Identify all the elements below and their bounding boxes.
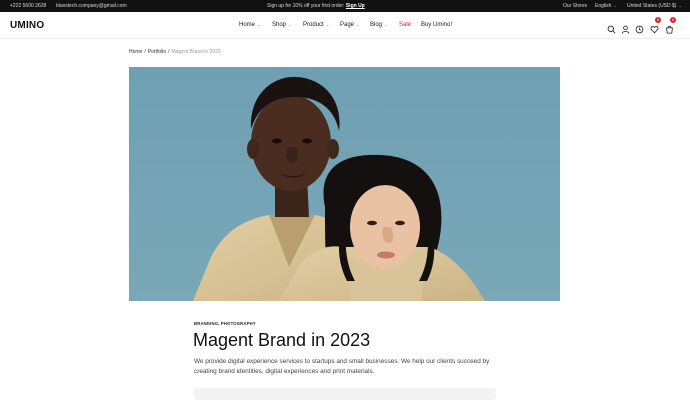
project-title: Magent Brand in 2023 — [193, 330, 371, 350]
nav-label: Blog — [370, 22, 383, 28]
breadcrumb-portfolio[interactable]: Portfolio — [148, 49, 166, 55]
sign-up-link[interactable]: Sign Up — [346, 3, 365, 9]
main-header: UMINO Home ⌄ Shop ⌄ Product ⌄ Page ⌄ Blog ⌄ S… — [0, 12, 690, 39]
language-selector[interactable]: English ⌄ — [595, 3, 617, 9]
our-stores-link[interactable]: Our Stores — [563, 3, 587, 9]
chevron-down-icon: ⌄ — [678, 3, 682, 8]
chevron-down-icon: ⌄ — [288, 22, 292, 27]
recently-viewed-icon[interactable] — [635, 21, 644, 34]
nav-item-blog[interactable]: Blog ⌄ — [370, 22, 387, 28]
wishlist-icon[interactable]: 0 — [650, 17, 661, 34]
nav-label: Shop — [272, 22, 287, 28]
portrait-photo — [129, 67, 560, 301]
nav-item-product[interactable]: Product ⌄ — [303, 22, 329, 28]
breadcrumb-separator: / — [168, 49, 170, 55]
nav-label: Product — [303, 22, 324, 28]
cart-count-badge: 0 — [670, 17, 676, 23]
chevron-down-icon: ⌄ — [325, 22, 330, 27]
portfolio-hero-image — [129, 67, 560, 301]
nav-item-page[interactable]: Page ⌄ — [340, 22, 359, 28]
project-info-panel — [194, 388, 496, 400]
nav-label: Page — [340, 22, 355, 28]
logo[interactable]: UMINO — [10, 20, 44, 31]
currency-label: United States (USD $) — [627, 3, 677, 9]
promo-text: Sign up for 10% off your first order: Si… — [267, 3, 365, 9]
chevron-down-icon: ⌄ — [356, 22, 360, 27]
top-bar: +222 5600 2628 blaxstech.company@gmail.c… — [0, 0, 690, 12]
email-address[interactable]: blaxstech.company@gmail.com — [56, 3, 127, 9]
chevron-down-icon: ⌄ — [613, 3, 617, 8]
chevron-down-icon: ⌄ — [384, 22, 388, 27]
breadcrumb-home[interactable]: Home — [129, 49, 142, 55]
wishlist-count-badge: 0 — [655, 17, 661, 23]
nav-label: Home — [239, 22, 256, 28]
phone-number[interactable]: +222 5600 2628 — [10, 3, 46, 9]
search-icon[interactable] — [607, 21, 616, 34]
breadcrumb: Home / Portfolio / Magent Brand in 2023 — [129, 49, 221, 55]
project-description: We provide digital experience services t… — [194, 358, 490, 375]
nav-item-home[interactable]: Home ⌄ — [239, 22, 260, 28]
account-icon[interactable] — [621, 21, 630, 34]
breadcrumb-separator: / — [144, 49, 146, 55]
cart-icon[interactable]: 0 — [665, 17, 676, 34]
nav-item-shop[interactable]: Shop ⌄ — [272, 22, 291, 28]
project-tags: BRANDING, PHOTOGRAPHY — [194, 321, 256, 326]
currency-selector[interactable]: United States (USD $) ⌄ — [627, 3, 682, 9]
nav-item-buy-umino[interactable]: Buy Umino! — [421, 22, 452, 28]
language-label: English — [595, 3, 612, 9]
chevron-down-icon: ⌄ — [257, 22, 261, 27]
breadcrumb-current: Magent Brand in 2023 — [171, 49, 221, 55]
nav-item-sale[interactable]: Sale — [399, 22, 411, 28]
promo-message: Sign up for 10% off your first order: — [267, 3, 345, 9]
